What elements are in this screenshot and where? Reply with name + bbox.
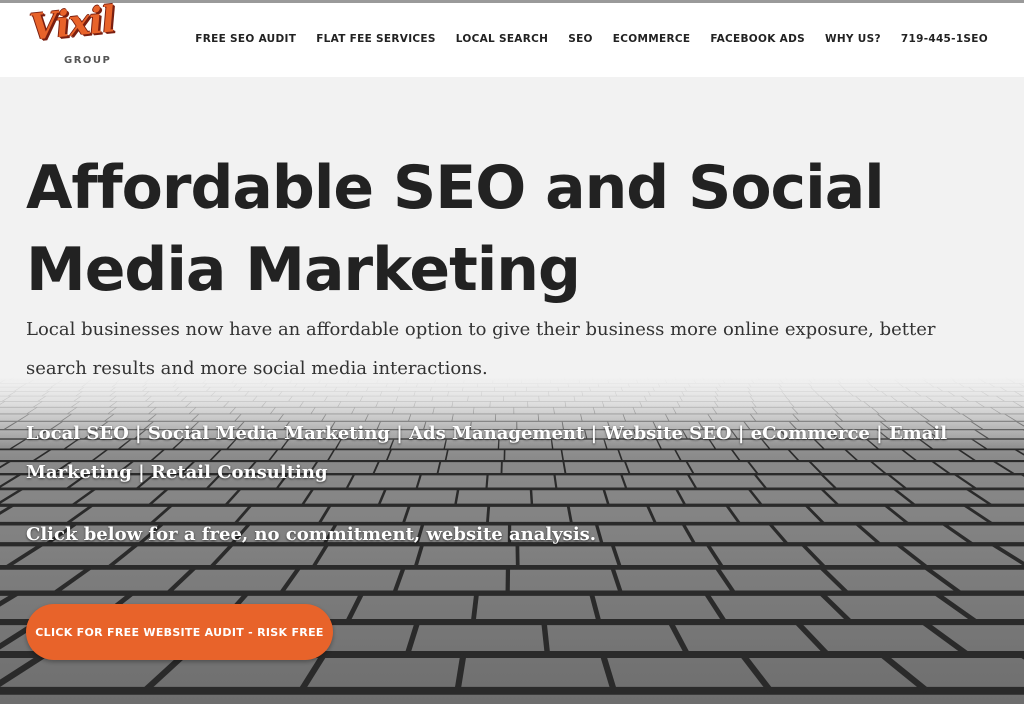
free-audit-button[interactable]: CLICK FOR FREE WEBSITE AUDIT - RISK FREE (26, 604, 333, 660)
services-list: Local SEO | Social Media Marketing | Ads… (26, 423, 948, 483)
nav-item-local-search[interactable]: LOCAL SEARCH (456, 33, 548, 45)
hero-subtext: Local businesses now have an affordable … (26, 319, 936, 379)
nav-item-flat-fee-services[interactable]: FLAT FEE SERVICES (316, 33, 436, 45)
audit-prompt: Click below for a free, no commitment, w… (26, 524, 597, 545)
site-header: Vixil GROUP FREE SEO AUDIT FLAT FEE SERV… (0, 0, 1024, 77)
hero-headline: Affordable SEO and Social Media Marketin… (26, 153, 885, 305)
nav-item-ecommerce[interactable]: ECOMMERCE (613, 33, 691, 45)
nav-item-free-seo-audit[interactable]: FREE SEO AUDIT (195, 33, 296, 45)
nav-item-seo[interactable]: SEO (568, 33, 593, 45)
nav-item-phone[interactable]: 719-445-1SEO (901, 33, 988, 45)
nav-item-facebook-ads[interactable]: FACEBOOK ADS (710, 33, 805, 45)
hero-section: Affordable SEO and Social Media Marketin… (0, 77, 1024, 704)
nav-item-why-us[interactable]: WHY US? (825, 33, 881, 45)
main-nav: FREE SEO AUDIT FLAT FEE SERVICES LOCAL S… (195, 33, 988, 45)
logo-script-text: Vixil (27, 0, 117, 49)
vixil-group-logo[interactable]: Vixil GROUP (28, 0, 124, 71)
logo-subtext: GROUP (64, 55, 112, 66)
